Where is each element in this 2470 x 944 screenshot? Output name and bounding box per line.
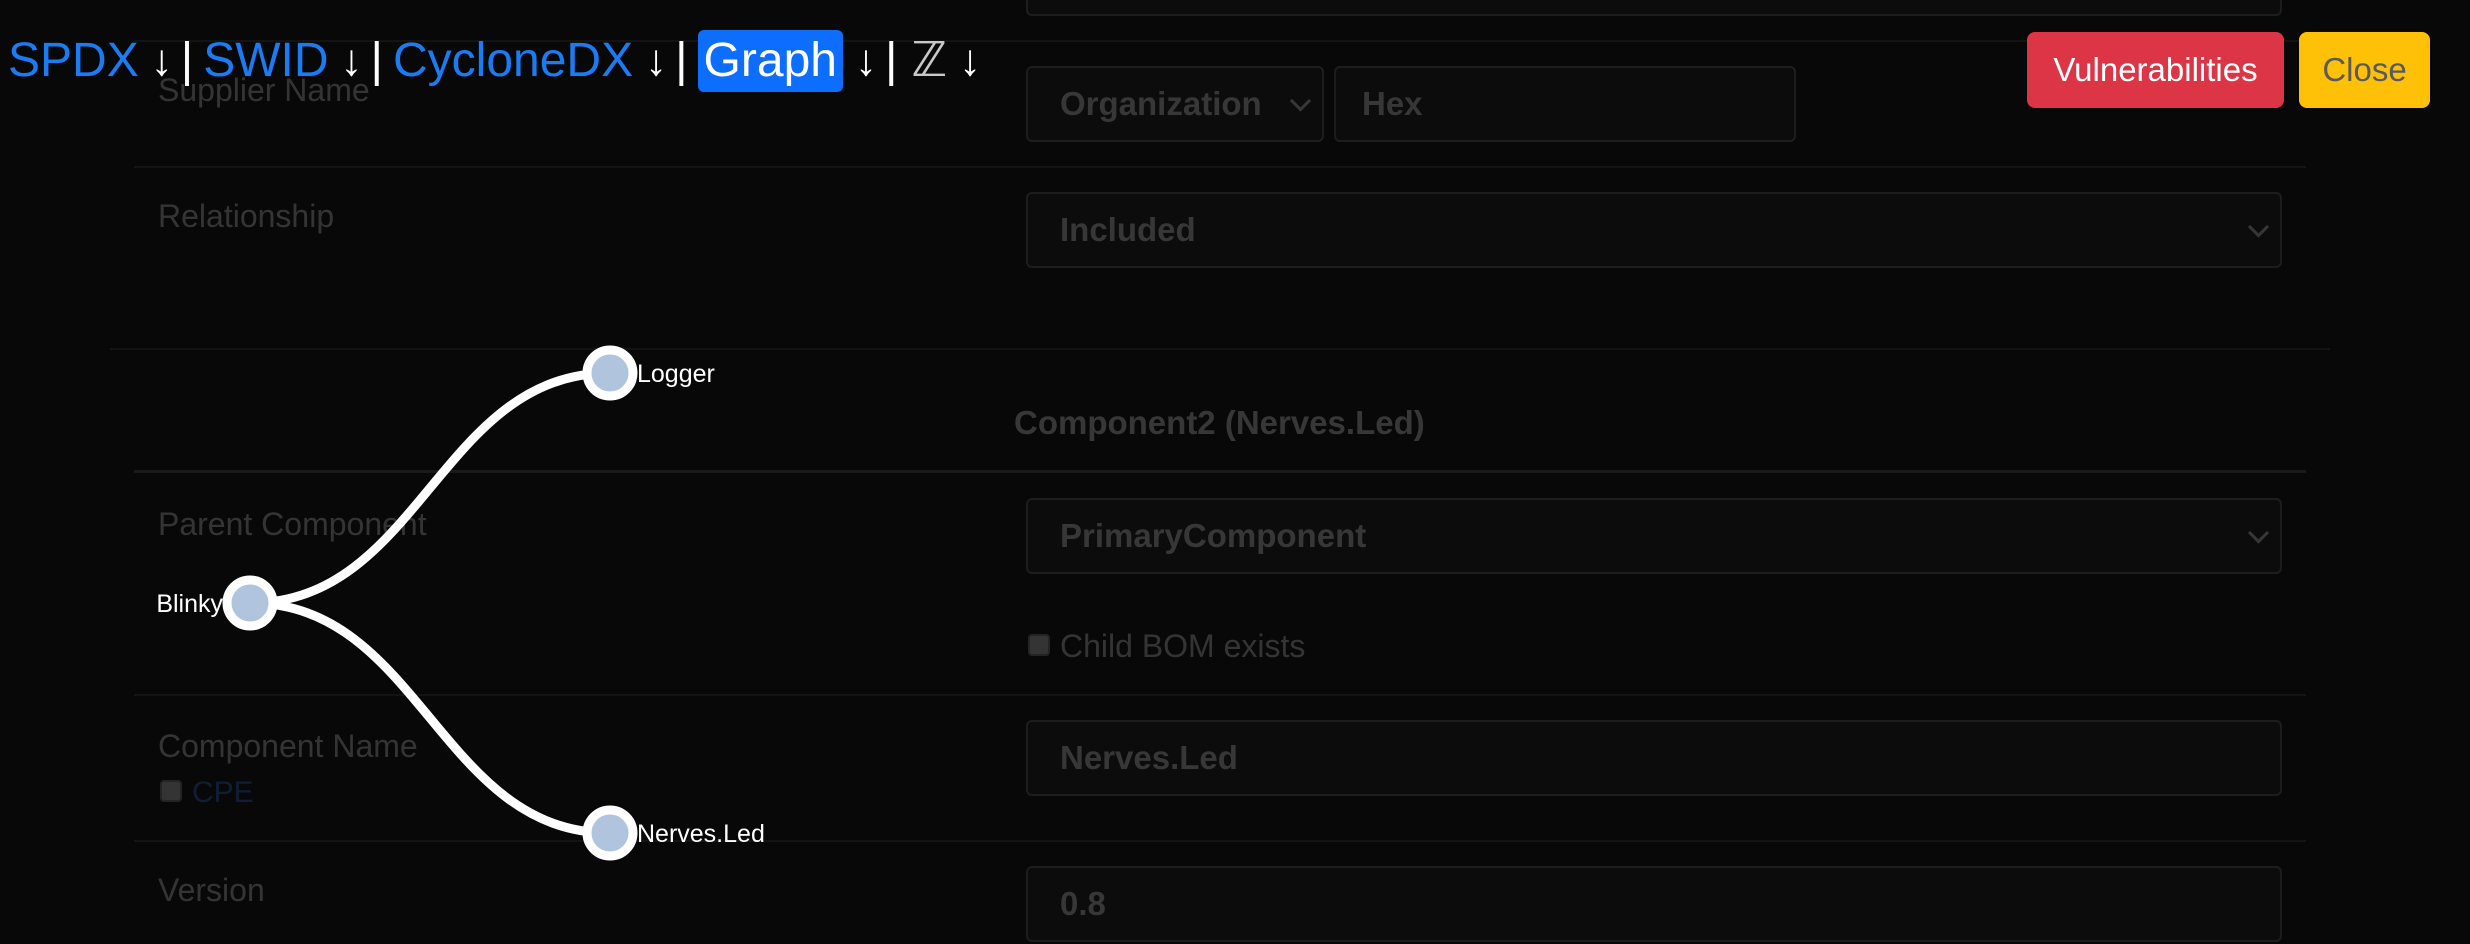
nav-separator: | <box>884 34 898 87</box>
format-link-spdx[interactable]: SPDX <box>8 30 139 92</box>
graph-node-circle[interactable] <box>582 345 638 401</box>
graph-node-label-root: Blinky <box>156 590 223 618</box>
graph-node-circle[interactable] <box>222 575 278 631</box>
integer-set-icon[interactable]: ℤ <box>911 30 947 92</box>
graph-node-root[interactable]: Blinky <box>156 575 278 631</box>
download-spdx-icon[interactable]: ↓ <box>151 30 173 92</box>
graph-overlay-screen: Supplier Name Organization Hex Relations… <box>0 0 2470 944</box>
nav-separator: | <box>675 34 688 87</box>
graph-edge-nerves-led <box>249 598 611 838</box>
nav-separator: | <box>180 34 194 87</box>
graph-node-label-nerves-led: Nerves.Led <box>637 820 765 848</box>
graph-edge-logger <box>249 368 611 608</box>
export-format-nav: SPDX ↓ | SWID ↓ | CycloneDX ↓ | Graph ↓ … <box>8 30 987 92</box>
format-link-graph[interactable]: Graph <box>697 30 843 92</box>
download-swid-icon[interactable]: ↓ <box>341 30 363 92</box>
vulnerabilities-button[interactable]: Vulnerabilities <box>2027 32 2284 108</box>
close-button[interactable]: Close <box>2299 32 2430 108</box>
download-zset-icon[interactable]: ↓ <box>959 30 981 92</box>
download-cyclonedx-icon[interactable]: ↓ <box>645 30 667 92</box>
format-link-swid[interactable]: SWID <box>203 30 328 92</box>
graph-node-nerves-led[interactable]: Nerves.Led <box>582 805 765 861</box>
graph-node-circle[interactable] <box>582 805 638 861</box>
graph-node-label-logger: Logger <box>637 360 715 388</box>
graph-node-logger[interactable]: Logger <box>582 345 715 401</box>
download-graph-icon[interactable]: ↓ <box>855 30 877 92</box>
format-link-cyclonedx[interactable]: CycloneDX <box>393 30 633 92</box>
dependency-graph: Blinky Logger Nerves.Led <box>156 345 765 861</box>
nav-separator: | <box>370 34 383 87</box>
